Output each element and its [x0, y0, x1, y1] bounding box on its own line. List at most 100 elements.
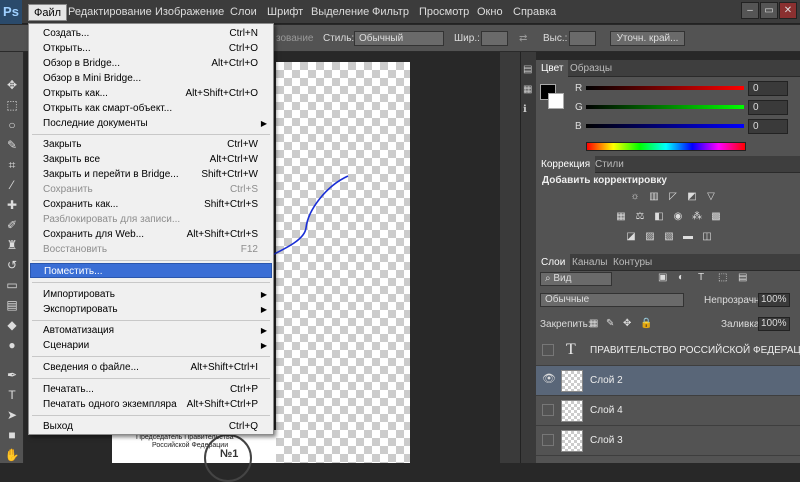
layer-row[interactable]: Слой 4: [536, 396, 800, 426]
layer-row[interactable]: 👁 Слой 2: [536, 366, 800, 396]
stamp-tool-icon[interactable]: ♜: [3, 237, 21, 253]
tab-color[interactable]: Цвет: [536, 60, 569, 77]
dodge-tool-icon[interactable]: ●: [3, 337, 21, 353]
crop-tool-icon[interactable]: ⌗: [3, 157, 21, 173]
move-tool-icon[interactable]: ✥: [3, 77, 21, 93]
tab-channels[interactable]: Каналы: [567, 254, 613, 271]
curves-icon[interactable]: ◸: [666, 191, 680, 203]
menu-item-automate[interactable]: Автоматизация ▶: [30, 323, 272, 338]
tab-adjustments[interactable]: Коррекция: [536, 156, 596, 173]
path-select-tool-icon[interactable]: ➤: [3, 407, 21, 423]
pen-tool-icon[interactable]: ✒: [3, 367, 21, 383]
quick-select-tool-icon[interactable]: ✎: [3, 137, 21, 153]
menu-item-import[interactable]: Импортировать ▶: [30, 287, 272, 302]
eyedropper-tool-icon[interactable]: ⁄: [3, 177, 21, 193]
selective-color-icon[interactable]: ◫: [700, 231, 714, 243]
vertical-scrollbar[interactable]: [500, 52, 520, 463]
menu-item-close-go-bridge[interactable]: Закрыть и перейти в Bridge... Shift+Ctrl+…: [30, 167, 272, 182]
shape-tool-icon[interactable]: ■: [3, 427, 21, 443]
menu-item-open-as[interactable]: Открыть как... Alt+Shift+Ctrl+O: [30, 86, 272, 101]
tab-paths[interactable]: Контуры: [608, 254, 657, 271]
menu-item-close[interactable]: Закрыть Ctrl+W: [30, 137, 272, 152]
layer-row[interactable]: Слой 3: [536, 426, 800, 456]
restore-button[interactable]: ▭: [760, 2, 778, 19]
color-lookup-icon[interactable]: ▩: [709, 211, 723, 223]
history-brush-tool-icon[interactable]: ↺: [3, 257, 21, 273]
color-balance-icon[interactable]: ⚖: [633, 211, 647, 223]
menu-item-exit[interactable]: Выход Ctrl+Q: [30, 419, 272, 434]
menu-select[interactable]: Выделение: [306, 4, 374, 21]
lock-all-icon[interactable]: 🔒: [640, 318, 652, 329]
menu-item-place[interactable]: Поместить...: [30, 263, 272, 278]
brightness-icon[interactable]: ☼: [628, 191, 642, 203]
menu-item-scripts[interactable]: Сценарии ▶: [30, 338, 272, 353]
menu-filter[interactable]: Фильтр: [367, 4, 414, 21]
swap-icon[interactable]: ⇄: [519, 33, 527, 44]
gradient-map-icon[interactable]: ▬: [681, 231, 695, 243]
black-white-icon[interactable]: ◧: [652, 211, 666, 223]
layer-row[interactable]: T ПРАВИТЕЛЬСТВО РОССИЙСКОЙ ФЕДЕРАЦИИ Р..…: [536, 336, 800, 366]
menu-item-close-all[interactable]: Закрыть все Alt+Ctrl+W: [30, 152, 272, 167]
menu-item-save-as[interactable]: Сохранить как... Shift+Ctrl+S: [30, 197, 272, 212]
menu-type[interactable]: Шрифт: [262, 4, 308, 21]
menu-window[interactable]: Окно: [472, 4, 508, 21]
menu-help[interactable]: Справка: [508, 4, 561, 21]
threshold-icon[interactable]: ▧: [662, 231, 676, 243]
posterize-icon[interactable]: ▨: [643, 231, 657, 243]
height-input[interactable]: [569, 31, 596, 46]
menu-item-recent[interactable]: Последние документы ▶: [30, 116, 272, 131]
levels-icon[interactable]: ▥: [647, 191, 661, 203]
menu-item-open-smart-object[interactable]: Открыть как смарт-объект...: [30, 101, 272, 116]
blend-mode-select[interactable]: Обычные: [540, 293, 684, 307]
menu-item-save-for-web[interactable]: Сохранить для Web... Alt+Shift+Ctrl+S: [30, 227, 272, 242]
lock-transparency-icon[interactable]: ▦: [589, 318, 598, 329]
hue-saturation-icon[interactable]: ▦: [614, 211, 628, 223]
history-icon[interactable]: ▤: [523, 64, 532, 75]
gradient-tool-icon[interactable]: ▤: [3, 297, 21, 313]
invert-icon[interactable]: ◪: [624, 231, 638, 243]
menu-layers[interactable]: Слои: [225, 4, 262, 21]
exposure-icon[interactable]: ◩: [685, 191, 699, 203]
menu-item-file-info[interactable]: Сведения о файле... Alt+Shift+Ctrl+I: [30, 360, 272, 375]
info-icon[interactable]: ℹ: [523, 104, 527, 115]
color-spectrum-bar[interactable]: [586, 142, 746, 151]
layer-filter-select[interactable]: ⌕ Вид: [540, 272, 612, 286]
fill-input[interactable]: 100%: [758, 317, 790, 331]
type-tool-icon[interactable]: T: [3, 387, 21, 403]
filter-type-icon[interactable]: T: [698, 272, 704, 283]
filter-smart-icon[interactable]: ▤: [738, 272, 747, 283]
lock-pixels-icon[interactable]: ✎: [606, 318, 614, 329]
menu-item-export[interactable]: Экспортировать ▶: [30, 302, 272, 317]
healing-tool-icon[interactable]: ✚: [3, 197, 21, 213]
menu-view[interactable]: Просмотр: [414, 4, 474, 21]
menu-item-new[interactable]: Создать... Ctrl+N: [30, 26, 272, 41]
filter-shape-icon[interactable]: ⬚: [718, 272, 727, 283]
green-slider[interactable]: [586, 105, 744, 109]
filter-adjustment-icon[interactable]: ◐: [678, 272, 684, 283]
menu-file[interactable]: Файл: [28, 4, 68, 21]
brush-tool-icon[interactable]: ✐: [3, 217, 21, 233]
green-value[interactable]: 0: [748, 100, 788, 115]
lock-position-icon[interactable]: ✥: [623, 318, 631, 329]
visibility-toggle[interactable]: [542, 404, 554, 416]
filter-pixel-icon[interactable]: ▣: [658, 272, 667, 283]
hand-tool-icon[interactable]: ✋: [3, 447, 21, 463]
visibility-toggle[interactable]: [542, 344, 554, 356]
eraser-tool-icon[interactable]: ▭: [3, 277, 21, 293]
marquee-tool-icon[interactable]: ⬚: [3, 97, 21, 113]
vibrance-icon[interactable]: ▽: [704, 191, 718, 203]
blue-slider[interactable]: [586, 124, 744, 128]
minimize-button[interactable]: –: [741, 2, 759, 19]
tab-swatches[interactable]: Образцы: [565, 60, 617, 77]
menu-item-open[interactable]: Открыть... Ctrl+O: [30, 41, 272, 56]
red-value[interactable]: 0: [748, 81, 788, 96]
red-slider[interactable]: [586, 86, 744, 90]
blue-value[interactable]: 0: [748, 119, 788, 134]
visibility-toggle[interactable]: [542, 434, 554, 446]
menu-item-print[interactable]: Печатать... Ctrl+P: [30, 382, 272, 397]
close-button[interactable]: ✕: [779, 2, 797, 19]
menu-edit[interactable]: Редактирование: [63, 4, 157, 21]
properties-icon[interactable]: ▦: [523, 84, 532, 95]
channel-mixer-icon[interactable]: ⁂: [690, 211, 704, 223]
menu-item-browse-bridge[interactable]: Обзор в Bridge... Alt+Ctrl+O: [30, 56, 272, 71]
